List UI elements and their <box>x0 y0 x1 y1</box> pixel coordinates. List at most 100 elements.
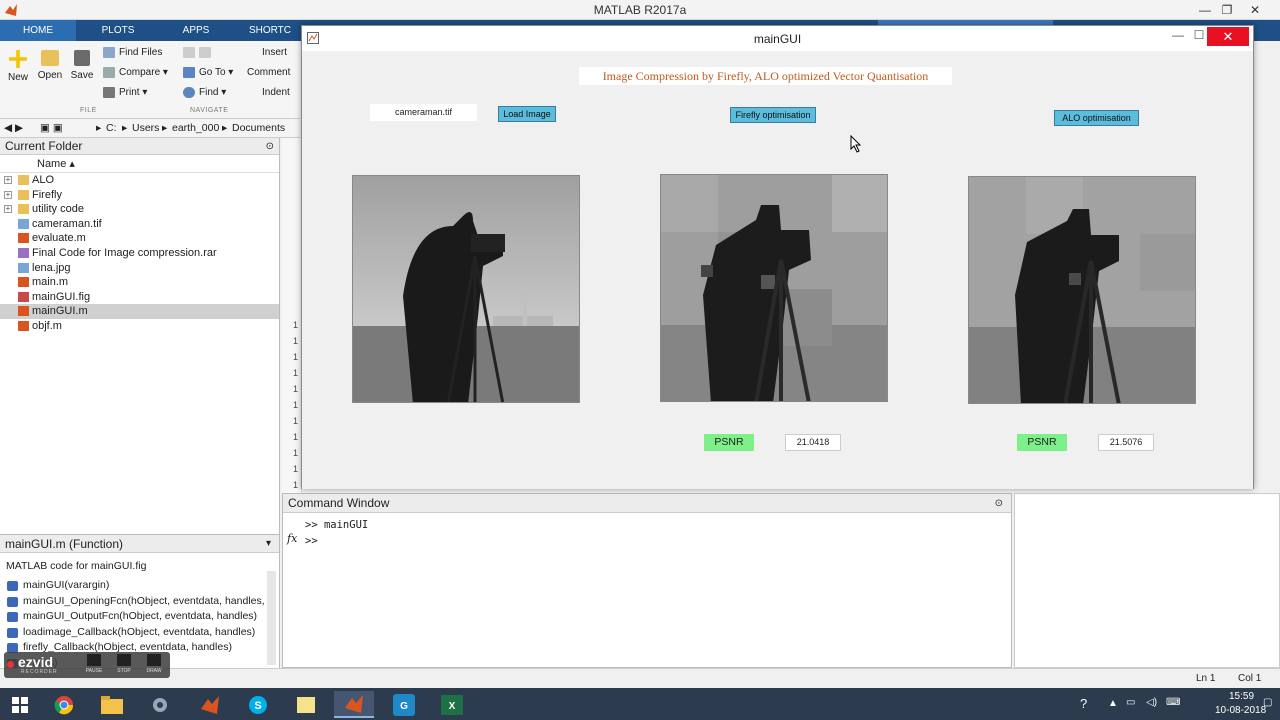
network-icon[interactable]: ▭ <box>1126 697 1135 708</box>
breadcrumb-documents[interactable]: Documents <box>232 122 285 134</box>
file-list-item[interactable]: objf.m <box>0 319 279 334</box>
chevron-down-icon[interactable]: ▾ <box>266 535 271 553</box>
print-icon <box>103 87 115 98</box>
matlab-active-taskbar-button[interactable] <box>334 691 374 718</box>
current-folder-title: Current Folder <box>5 139 83 153</box>
skype-taskbar-button[interactable]: S <box>238 691 278 718</box>
breadcrumb-separator-icon: ▸ <box>96 122 102 134</box>
notes-taskbar-button[interactable] <box>286 691 326 718</box>
file-list-item[interactable]: main.m <box>0 275 279 290</box>
matlab-icon <box>201 695 219 714</box>
settings-taskbar-button[interactable] <box>140 691 180 718</box>
load-image-button[interactable]: Load Image <box>498 106 556 122</box>
fx-icon[interactable]: fx <box>287 532 297 545</box>
chrome-taskbar-button[interactable] <box>44 691 84 718</box>
find-button[interactable]: Find ▾ <box>183 87 226 98</box>
compare-button[interactable]: Compare ▾ <box>103 67 168 78</box>
breadcrumb-users[interactable]: Users <box>132 122 159 134</box>
close-icon[interactable]: ✕ <box>1240 0 1270 20</box>
new-button[interactable]: New <box>5 50 31 83</box>
draw-button[interactable]: DRAW <box>140 654 168 676</box>
tab-apps[interactable]: APPS <box>160 20 232 41</box>
tab-shortcuts[interactable]: SHORTC <box>240 20 300 41</box>
line-number: 1 <box>293 352 299 362</box>
alo-psnr-value[interactable]: 21.5076 <box>1098 434 1154 451</box>
file-list-item-label: cameraman.tif <box>32 217 102 230</box>
firefly-psnr-value[interactable]: 21.0418 <box>785 434 841 451</box>
comment-button[interactable]: Comment <box>247 67 290 78</box>
pdf-taskbar-button[interactable]: G <box>384 691 424 718</box>
function-list-item[interactable]: mainGUI_OpeningFcn(hObject, eventdata, h… <box>0 594 264 610</box>
close-icon[interactable]: ✕ <box>1207 27 1249 46</box>
file-list-item-label: lena.jpg <box>32 261 71 274</box>
back-icon[interactable]: ◀ ▶ <box>4 122 23 134</box>
find-files-button[interactable]: Find Files <box>103 47 162 58</box>
file-list-item[interactable]: evaluate.m <box>0 231 279 246</box>
file-list-item[interactable]: + ALO <box>0 173 279 188</box>
command-prompt[interactable]: >> <box>283 533 1011 549</box>
tab-home[interactable]: HOME <box>0 20 76 41</box>
indent-button[interactable]: Indent <box>262 87 290 98</box>
minimize-icon[interactable]: — <box>1167 28 1189 42</box>
expand-icon[interactable]: + <box>4 205 12 214</box>
start-button[interactable] <box>0 691 40 718</box>
file-list-item[interactable]: Final Code for Image compression.rar <box>0 246 279 261</box>
file-list-item[interactable]: mainGUI.fig <box>0 290 279 305</box>
line-number: 1 <box>293 448 299 458</box>
folder-open-icon <box>41 50 59 66</box>
folder-icon <box>18 175 29 185</box>
file-list-item[interactable]: cameraman.tif <box>0 217 279 232</box>
function-list-item[interactable]: loadimage_Callback(hObject, eventdata, h… <box>0 625 264 641</box>
function-list-item[interactable]: mainGUI_OutputFcn(hObject, eventdata, ha… <box>0 609 264 625</box>
folder-up-icon[interactable]: ▣ ▣ <box>40 122 63 134</box>
tab-plots[interactable]: PLOTS <box>80 20 156 41</box>
go-to-button[interactable]: Go To ▾ <box>183 67 233 78</box>
expand-icon[interactable]: + <box>4 176 12 184</box>
print-button[interactable]: Print ▾ <box>103 87 147 98</box>
function-list-item[interactable]: mainGUI(varargin) <box>0 578 264 594</box>
open-button[interactable]: Open <box>37 50 63 81</box>
help-icon[interactable]: ? <box>1080 696 1087 711</box>
nav-arrows[interactable] <box>183 47 215 58</box>
panel-menu-icon[interactable]: ⊙ <box>266 138 274 155</box>
excel-taskbar-button[interactable]: X <box>432 691 472 718</box>
function-icon <box>7 581 18 591</box>
firefly-optimisation-button[interactable]: Firefly optimisation <box>730 107 816 123</box>
maximize-icon[interactable]: ❐ <box>1212 0 1242 20</box>
file-icon <box>18 218 29 229</box>
volume-icon[interactable]: ◁) <box>1146 697 1157 708</box>
alo-optimisation-button[interactable]: ALO optimisation <box>1054 110 1139 126</box>
maingui-title-bar: mainGUI — ☐ ✕ <box>302 26 1253 51</box>
save-button[interactable]: Save <box>69 50 95 81</box>
breadcrumb-separator-icon: ▸ <box>162 122 168 134</box>
file-list-item[interactable]: + Firefly <box>0 188 279 203</box>
stop-button[interactable]: STOP <box>110 654 138 676</box>
filename-field[interactable]: cameraman.tif <box>370 104 477 121</box>
file-list-item-label: mainGUI.fig <box>32 290 91 303</box>
line-number: 1 <box>293 384 299 394</box>
panel-menu-icon[interactable]: ⊙ <box>995 494 1003 513</box>
file-list-item[interactable]: + utility code <box>0 202 279 217</box>
address-bar[interactable]: ◀ ▶ ▣ ▣ ▸ C: ▸ Users ▸ earth_000 ▸ Docum… <box>0 119 300 138</box>
windows-icon <box>12 696 28 713</box>
matlab-taskbar-button[interactable] <box>190 691 230 718</box>
column-header-name[interactable]: Name ▴ <box>0 155 279 173</box>
insert-button[interactable]: Insert <box>262 47 287 58</box>
file-list-item[interactable]: mainGUI.m <box>0 304 279 319</box>
scrollbar[interactable] <box>267 571 276 665</box>
breadcrumb-user[interactable]: earth_000 <box>172 122 219 134</box>
pause-button[interactable]: PAUSE <box>80 654 108 676</box>
draw-icon <box>147 654 161 666</box>
clock-time[interactable]: 15:59 <box>1229 691 1254 702</box>
notifications-icon[interactable]: ▢ <box>1263 697 1272 708</box>
file-list-item[interactable]: lena.jpg <box>0 261 279 276</box>
ezvid-sublabel: RECORDER <box>21 669 58 675</box>
save-label: Save <box>70 70 94 81</box>
keyboard-icon[interactable]: ⌨ <box>1166 697 1180 708</box>
clock-date[interactable]: 10-08-2018 <box>1215 705 1266 716</box>
expand-icon[interactable]: + <box>4 190 12 199</box>
breadcrumb-drive[interactable]: C: <box>106 122 117 134</box>
explorer-taskbar-button[interactable] <box>92 691 132 718</box>
tray-chevron-icon[interactable]: ▲ <box>1108 698 1118 709</box>
command-window[interactable]: Command Window ⊙ >> mainGUI >> fx <box>282 493 1012 668</box>
